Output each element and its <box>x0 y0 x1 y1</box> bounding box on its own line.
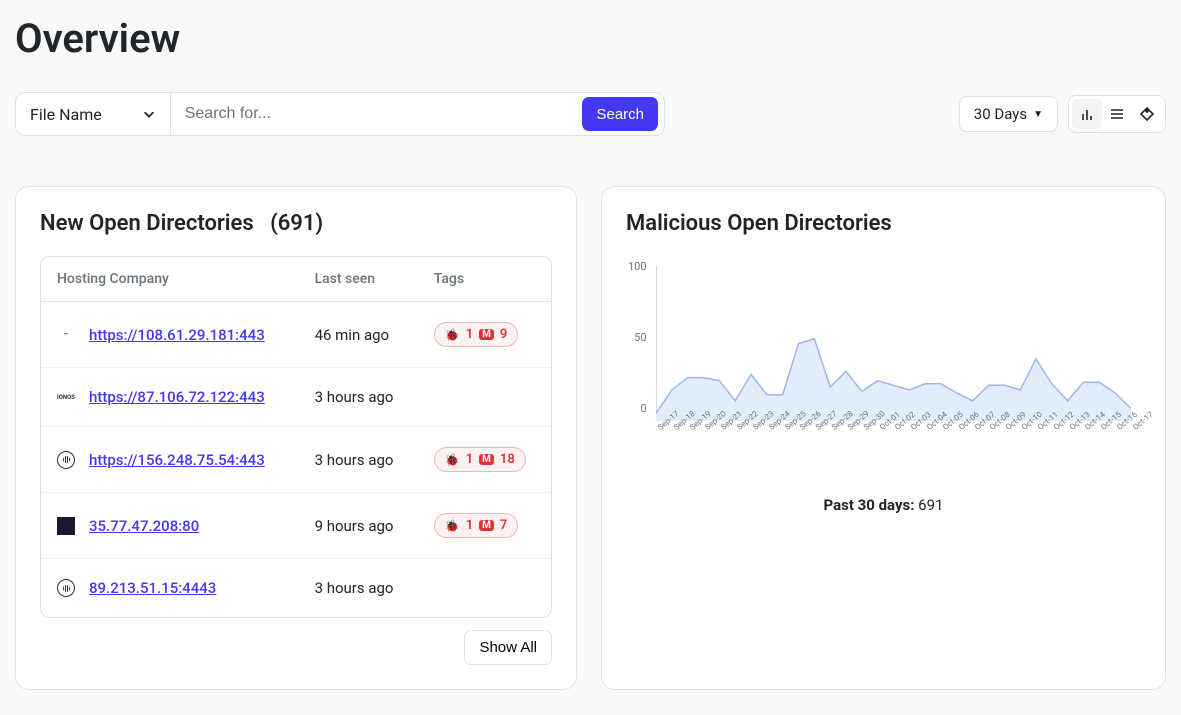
show-all-button[interactable]: Show All <box>464 630 552 665</box>
host-company-icon: — <box>57 326 75 344</box>
chart-area: 100 50 0 Sep-17Sep-18Sep-19Sep-20Sep-21S… <box>656 266 1131 456</box>
host-company-icon: IONOS <box>57 388 75 406</box>
bug-icon: 🐞 <box>445 453 460 467</box>
toolbar: File Name Search 30 Days ▼ <box>15 92 1166 136</box>
col-last-seen: Last seen <box>299 257 418 302</box>
last-seen-cell: 46 min ago <box>299 302 418 368</box>
bar-chart-icon <box>1079 106 1095 122</box>
table-row: IONOS https://87.106.72.122:443 3 hours ag… <box>41 368 551 427</box>
m-badge: M <box>479 520 494 531</box>
list-icon <box>1109 106 1125 122</box>
directories-table: Hosting Company Last seen Tags — https://… <box>41 257 551 617</box>
right-controls: 30 Days ▼ <box>959 95 1166 133</box>
last-seen-cell: 3 hours ago <box>299 559 418 618</box>
search-input[interactable] <box>171 93 583 135</box>
host-company-icon <box>57 579 75 597</box>
tags-cell: 🐞1M9 <box>418 302 551 368</box>
view-toggle <box>1068 95 1166 133</box>
host-company-icon <box>57 451 75 469</box>
view-chart-button[interactable] <box>1072 99 1102 129</box>
chevron-down-icon <box>142 107 156 121</box>
threat-tag-pill[interactable]: 🐞1M9 <box>434 322 519 347</box>
table-row: https://156.248.75.54:443 3 hours ago 🐞1M1… <box>41 427 551 493</box>
time-range-dropdown[interactable]: 30 Days ▼ <box>959 96 1058 132</box>
card-title: New Open Directories (691) <box>40 211 552 236</box>
threat-tag-pill[interactable]: 🐞1M18 <box>434 447 526 472</box>
table-row: — https://108.61.29.181:443 46 min ago 🐞1M9 <box>41 302 551 368</box>
chart-x-ticks: Sep-17Sep-18Sep-19Sep-20Sep-21Sep-22Sep-… <box>656 425 1131 434</box>
host-url-link[interactable]: https://108.61.29.181:443 <box>89 326 265 344</box>
time-range-label: 30 Days <box>974 105 1027 123</box>
search-group: File Name Search <box>15 92 665 136</box>
host-url-link[interactable]: https://87.106.72.122:443 <box>89 388 265 406</box>
tags-cell: 🐞1M7 <box>418 493 551 559</box>
chart-y-ticks: 100 50 0 <box>628 260 647 415</box>
search-filter-label: File Name <box>30 105 102 124</box>
view-tag-button[interactable] <box>1132 99 1162 129</box>
col-tags: Tags <box>418 257 551 302</box>
last-seen-cell: 3 hours ago <box>299 427 418 493</box>
m-badge: M <box>479 454 494 465</box>
page-title: Overview <box>15 15 1166 62</box>
tag-icon <box>1139 106 1155 122</box>
search-filter-select[interactable]: File Name <box>16 93 171 135</box>
view-list-button[interactable] <box>1102 99 1132 129</box>
directories-table-wrap: Hosting Company Last seen Tags — https://… <box>40 256 552 618</box>
m-badge: M <box>479 329 494 340</box>
tags-cell <box>418 559 551 618</box>
host-company-icon <box>57 517 75 535</box>
bug-icon: 🐞 <box>445 519 460 533</box>
line-chart <box>656 266 1131 421</box>
tags-cell <box>418 368 551 427</box>
host-url-link[interactable]: https://156.248.75.54:443 <box>89 451 265 469</box>
tags-cell: 🐞1M18 <box>418 427 551 493</box>
caret-down-icon: ▼ <box>1033 109 1043 120</box>
table-row: 35.77.47.208:80 9 hours ago 🐞1M7 <box>41 493 551 559</box>
chart-summary: Past 30 days: 691 <box>626 496 1141 514</box>
malicious-directories-card: Malicious Open Directories 100 50 0 Sep-… <box>601 186 1166 690</box>
card-title: Malicious Open Directories <box>626 211 1141 236</box>
host-url-link[interactable]: 35.77.47.208:80 <box>89 517 199 535</box>
search-button[interactable]: Search <box>582 97 658 131</box>
new-open-directories-card: New Open Directories (691) Hosting Compa… <box>15 186 577 690</box>
host-url-link[interactable]: 89.213.51.15:4443 <box>89 579 216 597</box>
last-seen-cell: 3 hours ago <box>299 368 418 427</box>
bug-icon: 🐞 <box>445 328 460 342</box>
threat-tag-pill[interactable]: 🐞1M7 <box>434 513 519 538</box>
col-hosting-company: Hosting Company <box>41 257 299 302</box>
last-seen-cell: 9 hours ago <box>299 493 418 559</box>
table-row: 89.213.51.15:4443 3 hours ago <box>41 559 551 618</box>
cards-row: New Open Directories (691) Hosting Compa… <box>15 186 1166 690</box>
